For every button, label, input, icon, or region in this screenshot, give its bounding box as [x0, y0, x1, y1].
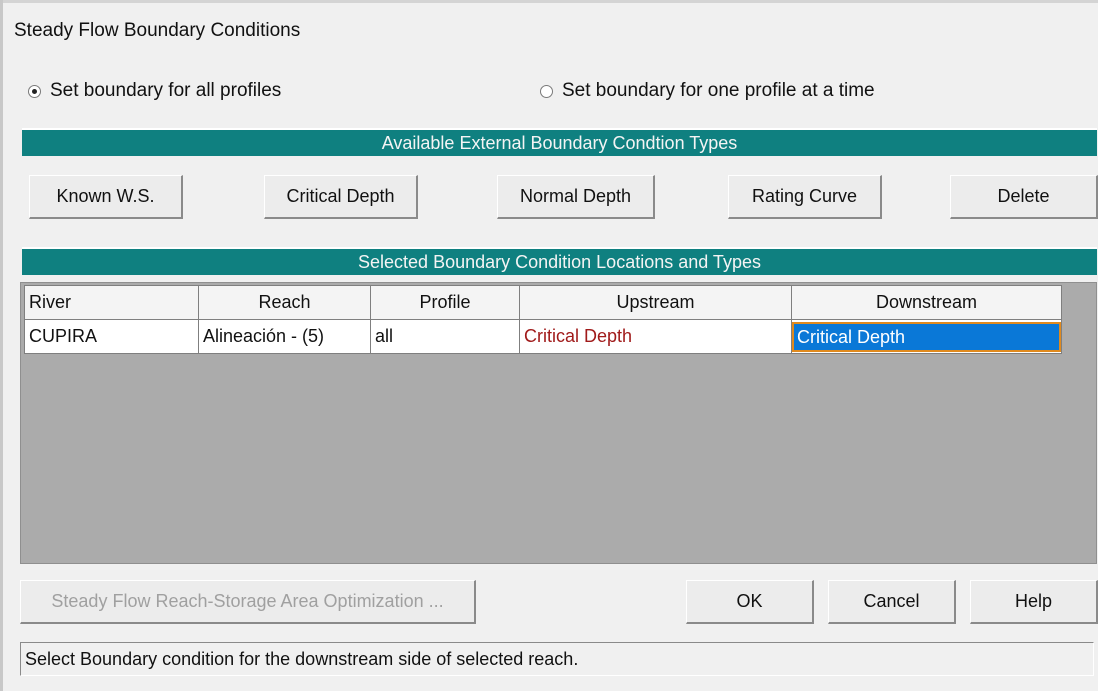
cell-profile[interactable]: all: [370, 319, 520, 354]
radio-all-profiles-indicator[interactable]: [28, 84, 41, 98]
rating-curve-button[interactable]: Rating Curve: [728, 175, 882, 219]
table-header-row: River Reach Profile Upstream Downstream: [24, 285, 1062, 320]
window-left-edge: [0, 0, 3, 691]
cell-river[interactable]: CUPIRA: [24, 319, 199, 354]
boundary-grid-area[interactable]: River Reach Profile Upstream Downstream …: [20, 282, 1097, 564]
column-header-downstream[interactable]: Downstream: [791, 285, 1062, 320]
known-ws-button[interactable]: Known W.S.: [29, 175, 183, 219]
cell-reach[interactable]: Alineación - (5): [198, 319, 371, 354]
radio-one-profile-label[interactable]: Set boundary for one profile at a time: [562, 80, 875, 102]
column-header-reach[interactable]: Reach: [198, 285, 371, 320]
help-button[interactable]: Help: [970, 580, 1098, 624]
radio-all-profiles-label[interactable]: Set boundary for all profiles: [50, 80, 281, 102]
types-header: Available External Boundary Condtion Typ…: [22, 128, 1097, 156]
radio-one-profile-indicator[interactable]: [540, 84, 553, 98]
ok-button[interactable]: OK: [686, 580, 814, 624]
column-header-upstream[interactable]: Upstream: [519, 285, 792, 320]
cell-downstream[interactable]: Critical Depth: [791, 319, 1062, 354]
column-header-river[interactable]: River: [24, 285, 199, 320]
cancel-button[interactable]: Cancel: [828, 580, 956, 624]
optimization-button[interactable]: Steady Flow Reach-Storage Area Optimizat…: [20, 580, 476, 624]
delete-button[interactable]: Delete: [950, 175, 1098, 219]
radio-one-profile[interactable]: Set boundary for one profile at a time: [540, 80, 875, 102]
radio-all-profiles[interactable]: Set boundary for all profiles: [28, 80, 281, 102]
critical-depth-button[interactable]: Critical Depth: [264, 175, 418, 219]
normal-depth-button[interactable]: Normal Depth: [497, 175, 655, 219]
locations-header: Selected Boundary Condition Locations an…: [22, 247, 1097, 275]
window-top-edge: [0, 0, 1098, 3]
table-row[interactable]: CUPIRA Alineación - (5) all Critical Dep…: [24, 319, 1062, 354]
status-bar: Select Boundary condition for the downst…: [20, 642, 1094, 676]
column-header-profile[interactable]: Profile: [370, 285, 520, 320]
window-title: Steady Flow Boundary Conditions: [14, 20, 301, 41]
cell-downstream-value[interactable]: Critical Depth: [792, 321, 1061, 352]
boundary-table[interactable]: River Reach Profile Upstream Downstream …: [24, 285, 1062, 354]
cell-upstream[interactable]: Critical Depth: [519, 319, 792, 354]
